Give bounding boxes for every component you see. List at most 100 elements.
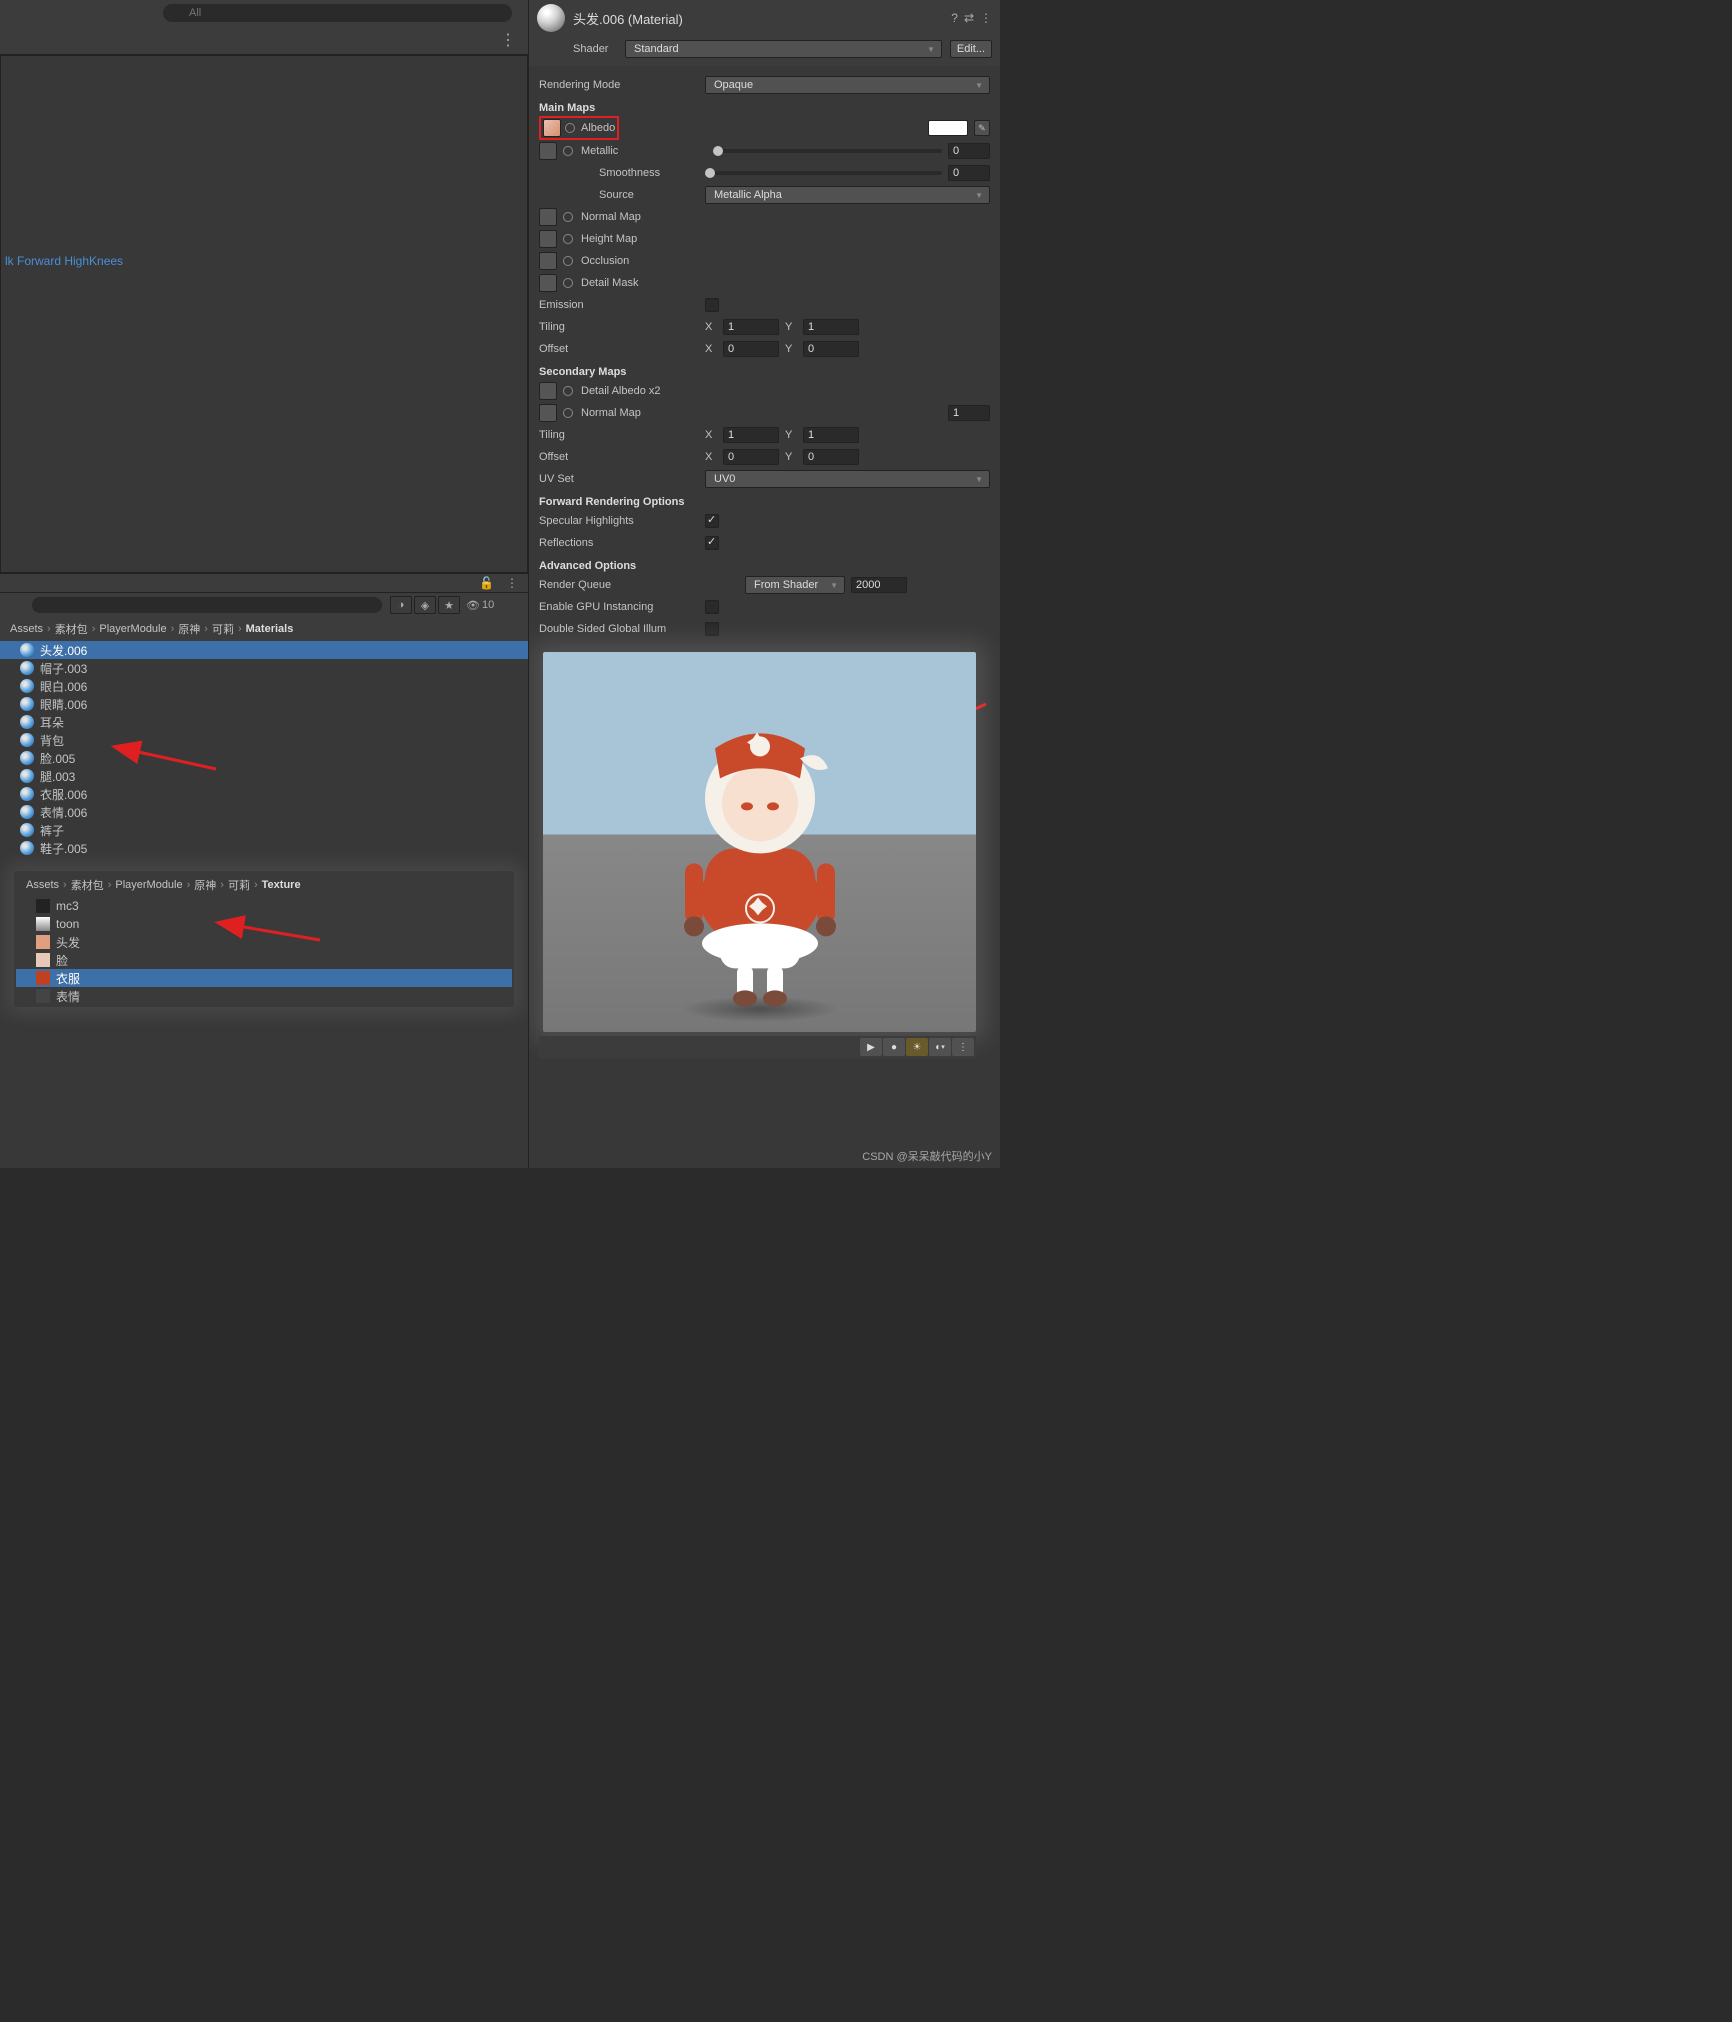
- help-icon[interactable]: ?: [951, 11, 958, 25]
- list-item[interactable]: toon: [16, 915, 512, 933]
- hidden-count[interactable]: 👁 10: [462, 599, 498, 612]
- kebab-menu-icon[interactable]: ⋮: [494, 30, 522, 50]
- rendering-mode-dropdown[interactable]: Opaque▼: [705, 76, 990, 94]
- metallic-slider[interactable]: [713, 149, 942, 153]
- offset2-x[interactable]: [723, 449, 779, 465]
- item-label: 眼睛.006: [40, 696, 87, 713]
- list-item[interactable]: 眼白.006: [0, 677, 528, 695]
- list-item[interactable]: mc3: [16, 897, 512, 915]
- item-label: toon: [56, 917, 79, 931]
- favorite-icon[interactable]: ★: [438, 596, 460, 614]
- list-item[interactable]: 鞋子.005: [0, 839, 528, 857]
- texture-picker-icon[interactable]: [563, 234, 573, 244]
- tiling-y[interactable]: [803, 319, 859, 335]
- breadcrumb-materials[interactable]: Assets› 素材包› PlayerModule› 原神› 可莉› Mater…: [0, 617, 528, 641]
- inspector-header: 头发.006 (Material) ? ⇄ ⋮: [529, 0, 1000, 36]
- offset2-y[interactable]: [803, 449, 859, 465]
- lock-icon[interactable]: 🔓: [473, 576, 500, 590]
- metallic-texture-slot[interactable]: [539, 142, 557, 160]
- list-item[interactable]: 头发: [16, 933, 512, 951]
- list-item[interactable]: 裤子: [0, 821, 528, 839]
- metallic-value[interactable]: [948, 143, 990, 159]
- item-label: 头发.006: [40, 642, 87, 659]
- tiling-x[interactable]: [723, 319, 779, 335]
- detail-albedo-slot[interactable]: [539, 382, 557, 400]
- list-item[interactable]: 表情.006: [0, 803, 528, 821]
- breadcrumb-texture[interactable]: Assets› 素材包› PlayerModule› 原神› 可莉› Textu…: [16, 873, 512, 897]
- normal-map2-slot[interactable]: [539, 404, 557, 422]
- texture-picker-icon[interactable]: [563, 386, 573, 396]
- shader-label: Shader: [573, 43, 617, 55]
- smoothness-label: Smoothness: [539, 167, 699, 179]
- texture-icon: [36, 953, 50, 967]
- render-queue-dropdown[interactable]: From Shader▼: [745, 576, 845, 594]
- tiling2-x[interactable]: [723, 427, 779, 443]
- list-item[interactable]: 表情: [16, 987, 512, 1005]
- filter-by-label-icon[interactable]: ◈: [414, 596, 436, 614]
- texture-picker-icon[interactable]: [563, 146, 573, 156]
- shader-dropdown[interactable]: Standard▼: [625, 40, 942, 58]
- list-item[interactable]: 背包: [0, 731, 528, 749]
- materials-list: 头发.006帽子.003眼白.006眼睛.006耳朵背包脸.005腿.003衣服…: [0, 641, 528, 857]
- render-queue-value[interactable]: [851, 577, 907, 593]
- occlusion-slot[interactable]: [539, 252, 557, 270]
- material-icon: [20, 715, 34, 729]
- source-dropdown[interactable]: Metallic Alpha▼: [705, 186, 990, 204]
- list-item[interactable]: 头发.006: [0, 641, 528, 659]
- offset-y[interactable]: [803, 341, 859, 357]
- offset-label: Offset: [539, 343, 699, 355]
- kebab-menu-icon[interactable]: ⋮: [952, 1038, 974, 1056]
- preset-icon[interactable]: ⇄: [964, 11, 974, 25]
- reflections-checkbox[interactable]: [705, 536, 719, 550]
- search-input[interactable]: [163, 4, 512, 22]
- item-label: 脸.005: [40, 750, 75, 767]
- double-sided-gi-checkbox[interactable]: [705, 622, 719, 636]
- tiling2-y[interactable]: [803, 427, 859, 443]
- uv-set-dropdown[interactable]: UV0▼: [705, 470, 990, 488]
- emission-label: Emission: [539, 299, 699, 311]
- list-item[interactable]: 耳朵: [0, 713, 528, 731]
- emission-checkbox[interactable]: [705, 298, 719, 312]
- list-item[interactable]: 帽子.003: [0, 659, 528, 677]
- specular-highlights-checkbox[interactable]: [705, 514, 719, 528]
- inspector-body: Rendering Mode Opaque▼ Main Maps Albedo …: [529, 66, 1000, 1168]
- height-map-slot[interactable]: [539, 230, 557, 248]
- chevron-down-icon: ▼: [830, 581, 838, 590]
- normal-map-slot[interactable]: [539, 208, 557, 226]
- list-item[interactable]: 脸.005: [0, 749, 528, 767]
- texture-picker-icon[interactable]: [563, 278, 573, 288]
- kebab-menu-icon[interactable]: ⋮: [980, 11, 992, 25]
- albedo-texture-slot[interactable]: [543, 119, 561, 137]
- texture-icon: [36, 989, 50, 1003]
- preview-light-icon[interactable]: ☀: [906, 1038, 928, 1056]
- preview-env-icon[interactable]: ◐▾: [929, 1038, 951, 1056]
- list-item[interactable]: 衣服.006: [0, 785, 528, 803]
- eyedropper-icon[interactable]: ✎: [974, 120, 990, 136]
- preview-sphere-icon[interactable]: ●: [883, 1038, 905, 1056]
- list-item[interactable]: 腿.003: [0, 767, 528, 785]
- albedo-color-swatch[interactable]: [928, 120, 968, 136]
- material-icon: [20, 661, 34, 675]
- gpu-instancing-checkbox[interactable]: [705, 600, 719, 614]
- chevron-down-icon: ▼: [975, 191, 983, 200]
- texture-picker-icon[interactable]: [563, 408, 573, 418]
- kebab-menu-icon[interactable]: ⋮: [500, 576, 524, 590]
- preview-play-icon[interactable]: ▶: [860, 1038, 882, 1056]
- texture-picker-icon[interactable]: [565, 123, 575, 133]
- list-item[interactable]: 脸: [16, 951, 512, 969]
- list-item[interactable]: 衣服: [16, 969, 512, 987]
- detail-mask-slot[interactable]: [539, 274, 557, 292]
- list-item[interactable]: 眼睛.006: [0, 695, 528, 713]
- normal-map2-value[interactable]: [948, 405, 990, 421]
- offset-x[interactable]: [723, 341, 779, 357]
- animation-link[interactable]: lk Forward HighKnees: [1, 246, 527, 276]
- filter-by-type-icon[interactable]: ◑: [390, 596, 412, 614]
- texture-picker-icon[interactable]: [563, 256, 573, 266]
- texture-picker-icon[interactable]: [563, 212, 573, 222]
- material-preview[interactable]: [543, 652, 976, 1032]
- project-search-input[interactable]: [32, 597, 382, 613]
- smoothness-value[interactable]: [948, 165, 990, 181]
- edit-button[interactable]: Edit...: [950, 40, 992, 58]
- item-label: 腿.003: [40, 768, 75, 785]
- smoothness-slider[interactable]: [705, 171, 942, 175]
